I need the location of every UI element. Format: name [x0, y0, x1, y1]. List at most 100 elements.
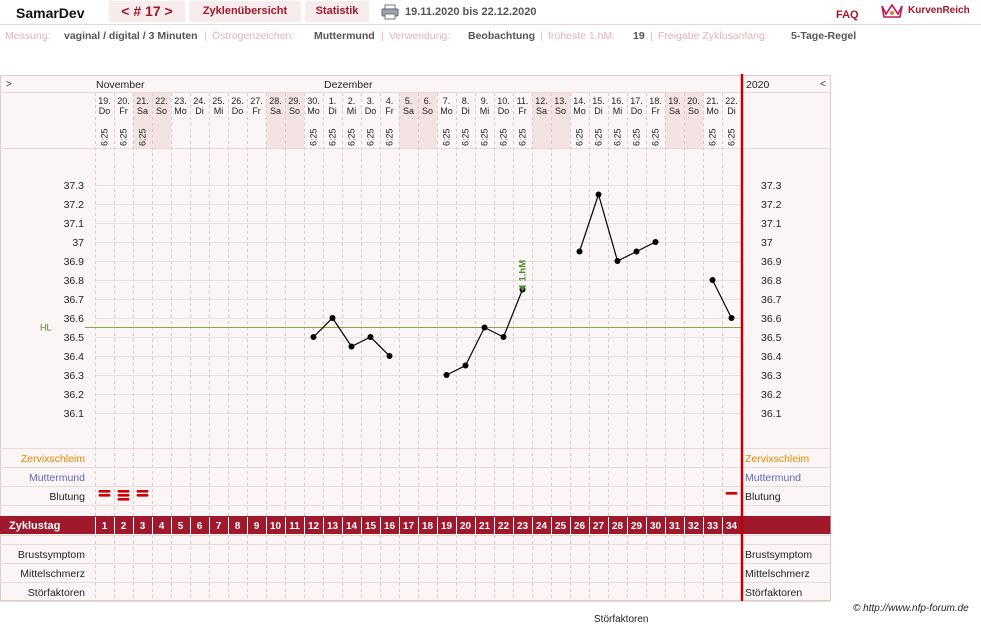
cycle-day-number[interactable]: 4 — [159, 521, 165, 532]
bleeding-mark — [136, 490, 149, 493]
cycle-day-number[interactable]: 17 — [403, 521, 415, 532]
y-tick-right: 36.4 — [761, 351, 782, 363]
cycle-day-number[interactable]: 10 — [270, 521, 282, 532]
temperature-point[interactable] — [329, 315, 336, 321]
temperature-point[interactable] — [310, 334, 317, 340]
crown-icon — [881, 3, 903, 18]
y-tick-right: 36.7 — [761, 294, 782, 306]
cycle-day-number[interactable]: 14 — [346, 521, 358, 532]
day-date: 27. — [250, 96, 263, 106]
temperature-point[interactable] — [443, 372, 450, 378]
temperature-point[interactable] — [576, 248, 583, 255]
cycle-day-number[interactable]: 27 — [593, 521, 605, 532]
cycle-day-number[interactable]: 9 — [254, 521, 260, 532]
cycle-day-number[interactable]: 32 — [688, 521, 700, 532]
day-weekday: Mo — [174, 106, 187, 116]
separator: | — [540, 30, 543, 42]
day-weekday: Fr — [119, 106, 128, 116]
y-tick-left: 36.1 — [64, 408, 85, 420]
temperature-point[interactable] — [481, 324, 488, 331]
cycle-day-number[interactable]: 33 — [707, 521, 719, 532]
row-label-blutung: Blutung — [49, 491, 85, 503]
cycle-day-number[interactable]: 20 — [460, 521, 472, 532]
cycle-day-number[interactable]: 11 — [289, 521, 300, 532]
y-tick-right: 37 — [761, 237, 773, 249]
day-weekday: Mo — [440, 106, 453, 116]
cycle-day-number[interactable]: 16 — [384, 521, 396, 532]
y-tick-left: 36.8 — [64, 275, 85, 287]
cycle-day-number[interactable]: 31 — [669, 521, 681, 532]
day-weekday: Di — [461, 106, 470, 116]
cycle-day-number[interactable]: 22 — [498, 521, 510, 532]
temperature-point[interactable] — [633, 248, 640, 255]
row-label-right-muttermund: Muttermund — [745, 472, 801, 484]
cycle-day-number[interactable]: 28 — [612, 521, 624, 532]
chart-nav-left[interactable]: > — [6, 79, 12, 90]
chart-nav-right[interactable]: < — [820, 79, 826, 90]
cycle-day-number[interactable]: 5 — [178, 521, 184, 532]
tab-cycle-overview[interactable]: Zyklenübersicht — [189, 1, 301, 22]
temperature-point[interactable] — [462, 362, 469, 369]
cycle-day-number[interactable]: 3 — [140, 521, 146, 532]
kurvenreich-logo[interactable]: KurvenReich — [880, 2, 980, 20]
cycle-navigator[interactable]: < # 17 > — [109, 1, 185, 22]
y-tick-right: 37.3 — [761, 180, 782, 192]
bleeding-mark — [117, 490, 130, 493]
y-tick-right: 36.5 — [761, 332, 782, 344]
temperature-point[interactable] — [652, 239, 659, 245]
cycle-day-number[interactable]: 15 — [365, 521, 377, 532]
cycle-day-number[interactable]: 30 — [650, 521, 662, 532]
cycle-day-number[interactable]: 2 — [121, 521, 127, 532]
printer-icon[interactable] — [381, 4, 399, 20]
cycle-day-number[interactable]: 1 — [102, 521, 108, 532]
measure-time: 6:25 — [480, 128, 490, 146]
cycle-day-number[interactable]: 25 — [555, 521, 567, 532]
date-range: 19.11.2020 bis 22.12.2020 — [405, 6, 537, 18]
day-date: 12. — [535, 96, 548, 106]
cycle-day-number[interactable]: 21 — [479, 521, 491, 532]
measure-time: 6:25 — [575, 128, 585, 146]
day-date: 28. — [269, 96, 282, 106]
row-label-brust: Brustsymptom — [18, 549, 85, 561]
cycle-day-number[interactable]: 23 — [517, 521, 529, 532]
temperature-chart: > <2020November Dezember19.Do6:2520.Fr6:25… — [0, 74, 831, 602]
day-weekday: Do — [631, 106, 643, 116]
usage-label: Verwendung: — [389, 30, 451, 42]
temperature-point[interactable] — [595, 191, 602, 198]
measure-time: 6:25 — [366, 128, 376, 146]
temperature-point[interactable] — [500, 334, 507, 340]
cycle-day-number[interactable]: 19 — [441, 521, 453, 532]
measure-time: 6:25 — [727, 128, 737, 146]
logo-text: KurvenReich — [908, 5, 970, 16]
y-tick-right: 36.3 — [761, 370, 782, 382]
divider — [0, 24, 981, 25]
day-date: 22. — [155, 96, 168, 106]
cycle-day-number[interactable]: 7 — [216, 521, 222, 532]
cycle-day-number[interactable]: 8 — [235, 521, 241, 532]
usage-value: Beobachtung — [468, 30, 536, 42]
cycle-day-number[interactable]: 18 — [422, 521, 434, 532]
day-date: 2. — [348, 96, 356, 106]
temperature-point[interactable] — [614, 258, 621, 264]
y-tick-right: 36.6 — [761, 313, 782, 325]
day-date: 6. — [424, 96, 432, 106]
cycle-day-number[interactable]: 13 — [327, 521, 339, 532]
cycle-day-number[interactable]: 12 — [308, 521, 320, 532]
faq-link[interactable]: FAQ — [836, 9, 859, 21]
cycle-day-number[interactable]: 6 — [197, 521, 203, 532]
day-date: 15. — [592, 96, 605, 106]
tab-statistics[interactable]: Statistik — [305, 1, 369, 22]
row-label-mittel: Mittelschmerz — [20, 568, 85, 580]
cycle-day-number[interactable]: 34 — [726, 521, 738, 532]
temperature-point[interactable] — [386, 353, 393, 359]
day-weekday: Mi — [347, 106, 357, 116]
day-date: 22. — [725, 96, 738, 106]
temperature-point[interactable] — [709, 277, 716, 283]
cycle-day-number[interactable]: 24 — [536, 521, 548, 532]
temperature-point[interactable] — [348, 343, 355, 350]
cycle-day-number[interactable]: 26 — [574, 521, 586, 532]
temperature-point[interactable] — [728, 315, 735, 321]
temperature-point[interactable] — [367, 334, 374, 340]
cycle-day-number[interactable]: 29 — [631, 521, 643, 532]
row-label-right-mittel: Mittelschmerz — [745, 568, 810, 580]
